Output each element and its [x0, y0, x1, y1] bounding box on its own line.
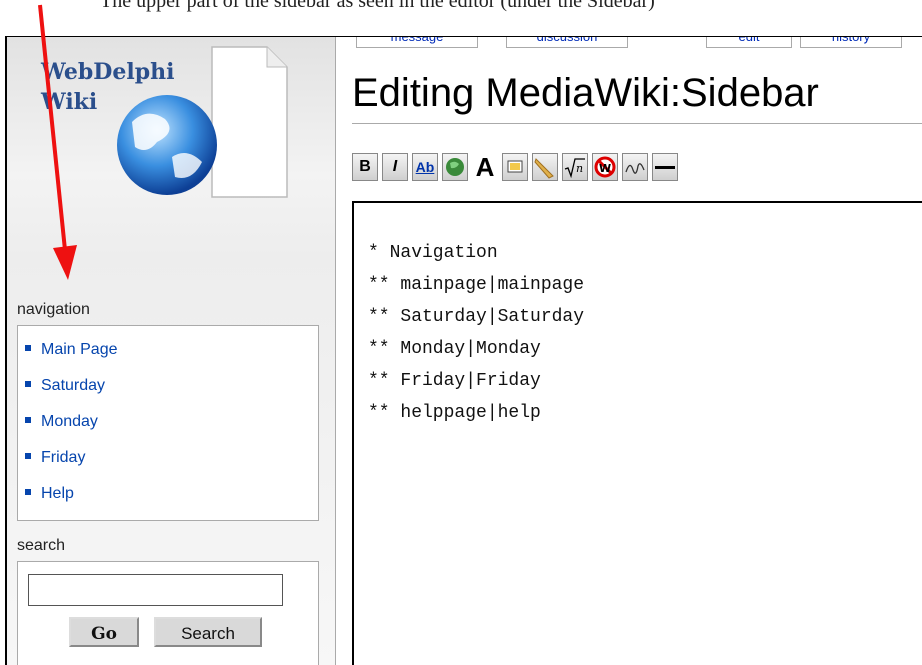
bullet-icon — [25, 380, 31, 387]
italic-button[interactable]: I — [382, 153, 408, 181]
headline-button[interactable]: A — [472, 153, 498, 181]
search-input[interactable] — [28, 574, 283, 606]
caption-fragment: The upper part of the sidebar as seen in… — [100, 0, 655, 12]
search-title: search — [17, 537, 66, 554]
editor-line: * Navigation — [368, 243, 498, 263]
svg-text:W: W — [599, 162, 611, 175]
external-link-button[interactable] — [442, 153, 468, 181]
tab-edit[interactable]: edit — [706, 37, 792, 48]
globe-link-icon — [446, 158, 464, 176]
editor-line: ** mainpage|mainpage — [368, 275, 585, 295]
signature-button[interactable] — [622, 153, 648, 181]
content-area: message discussion edit history Editing … — [335, 37, 922, 665]
svg-text:n: n — [576, 162, 583, 175]
wikitext-editor[interactable]: * Navigation ** mainpage|mainpage ** Sat… — [352, 201, 922, 665]
nav-item-label: Main Page — [41, 341, 118, 358]
embedded-image-button[interactable] — [502, 153, 528, 181]
nav-item-help[interactable]: Help — [25, 485, 74, 503]
bullet-icon — [25, 416, 31, 423]
editor-line: ** helppage|help — [368, 403, 541, 423]
nowiki-button[interactable]: W — [592, 153, 618, 181]
bullet-icon — [25, 452, 31, 459]
sidebar: WebDelphi Wiki navigation Main Page Satu… — [7, 37, 335, 665]
image-icon — [507, 160, 523, 173]
horn-icon — [534, 158, 554, 179]
go-button[interactable]: Go — [69, 617, 139, 647]
horizontal-line-icon — [655, 166, 675, 169]
nav-item-monday[interactable]: Monday — [25, 413, 98, 431]
editor-line: ** Friday|Friday — [368, 371, 541, 391]
logo-text: WebDelphi Wiki — [41, 57, 174, 117]
editor-line: ** Monday|Monday — [368, 339, 541, 359]
tab-history[interactable]: history — [800, 37, 902, 48]
internal-link-button[interactable]: Ab — [412, 153, 438, 181]
nav-item-main-page[interactable]: Main Page — [25, 341, 118, 359]
logo-line2: Wiki — [41, 89, 98, 115]
editor-line: ** Saturday|Saturday — [368, 307, 585, 327]
horizontal-line-button[interactable] — [652, 153, 678, 181]
nav-item-label: Saturday — [41, 377, 106, 394]
media-link-button[interactable] — [532, 153, 558, 181]
navigation-title: navigation — [17, 301, 90, 318]
nav-item-label: Help — [41, 485, 74, 502]
wiki-logo[interactable]: WebDelphi Wiki — [7, 37, 307, 267]
sqrt-icon: n — [564, 158, 585, 179]
nav-item-label: Friday — [41, 449, 86, 466]
bullet-icon — [25, 488, 31, 495]
nav-item-saturday[interactable]: Saturday — [25, 377, 105, 395]
title-divider — [352, 123, 922, 124]
bold-button[interactable]: B — [352, 153, 378, 181]
bullet-icon — [25, 344, 31, 351]
page-title: Editing MediaWiki:Sidebar — [352, 71, 819, 115]
nav-item-label: Monday — [41, 413, 98, 430]
logo-line1: WebDelphi — [41, 59, 175, 85]
math-button[interactable]: n — [562, 153, 588, 181]
nav-item-friday[interactable]: Friday — [25, 449, 85, 467]
mediawiki-window: WebDelphi Wiki navigation Main Page Satu… — [5, 36, 922, 665]
signature-icon — [625, 163, 645, 174]
tab-discussion[interactable]: discussion — [506, 37, 628, 48]
tab-message[interactable]: message — [356, 37, 478, 48]
search-button[interactable]: Search — [154, 617, 262, 647]
no-wiki-icon: W — [594, 156, 616, 178]
